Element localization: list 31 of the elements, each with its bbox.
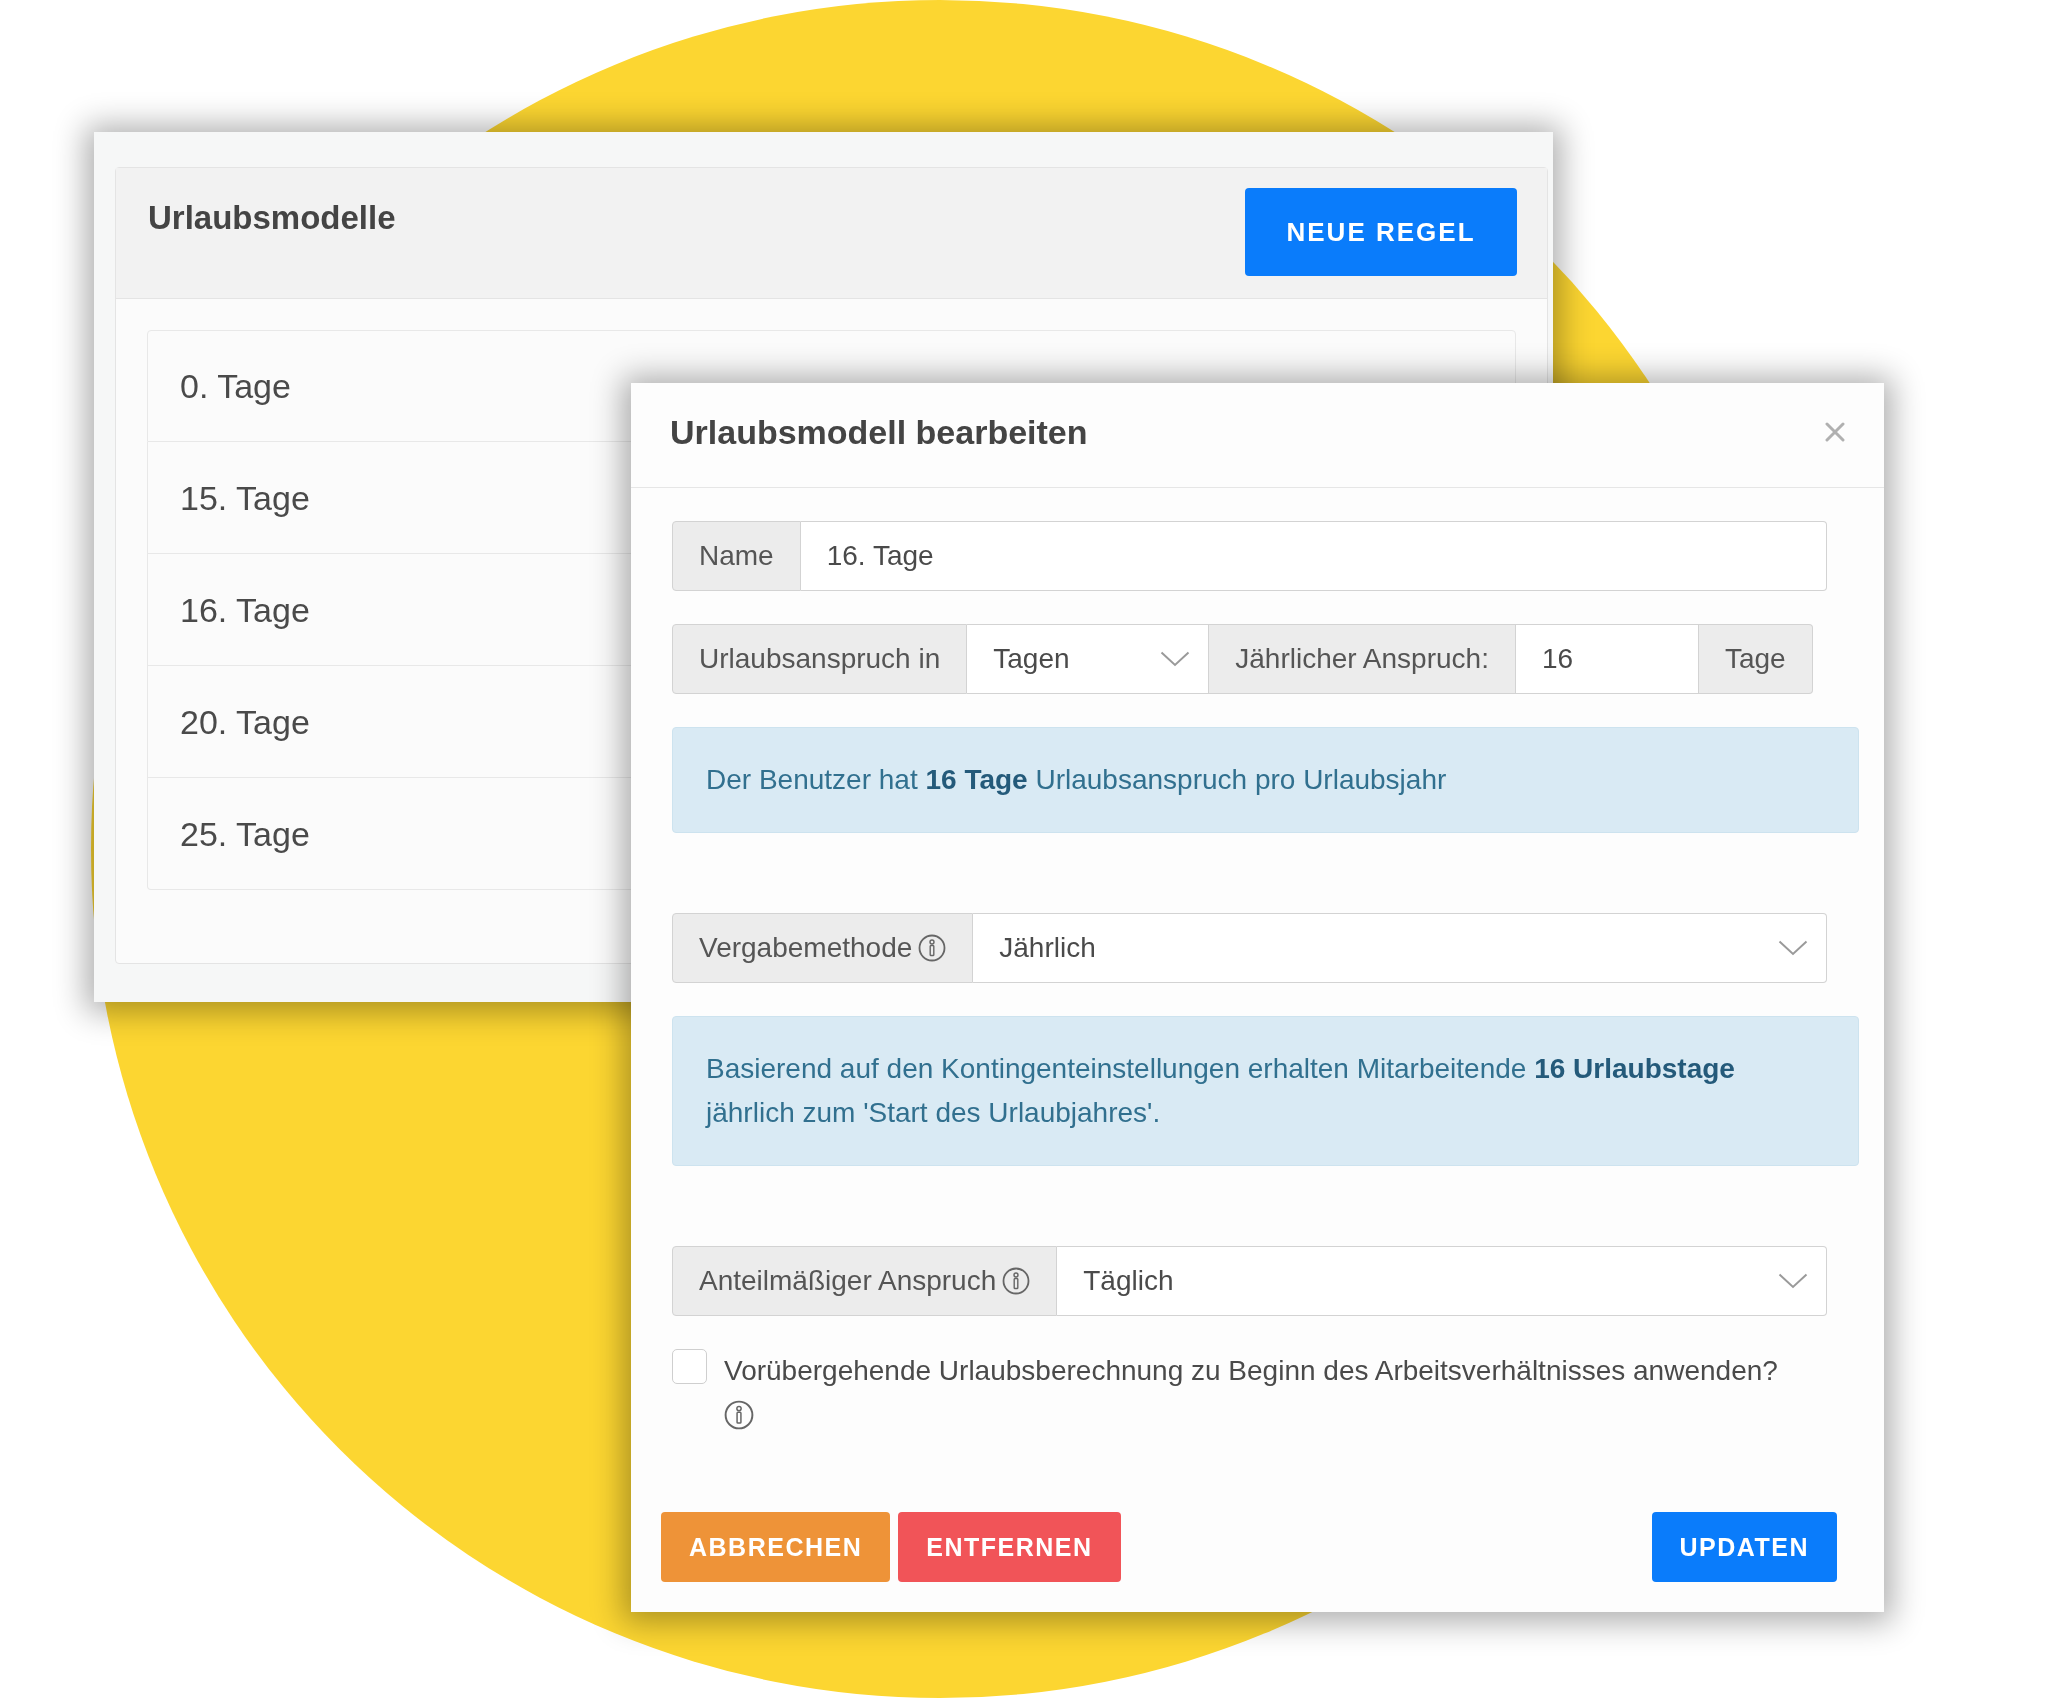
chevron-down-icon	[1778, 940, 1808, 956]
addon-label: Vergabemethode	[699, 932, 913, 964]
panel-title: Urlaubsmodelle	[148, 198, 396, 238]
list-item[interactable]: 20. Tage	[180, 700, 310, 743]
list-item[interactable]: 0. Tage	[180, 365, 291, 407]
info-icon[interactable]	[1002, 1267, 1031, 1295]
addon-label: Urlaubsanspruch in	[699, 643, 941, 675]
info-icon[interactable]	[724, 1400, 754, 1430]
addon-label: Jährlicher Anspruch:	[1235, 643, 1489, 675]
info-icon[interactable]	[918, 934, 947, 962]
close-icon	[1825, 422, 1845, 442]
addon-label: Tage	[1724, 643, 1786, 675]
info-message: Basierend auf den Kontingenteinstellungen erhalten Mitarbeitende 16 Urlaubstage jährlich zum 'Start des Urlaubjahres'.	[672, 1016, 1859, 1166]
dialog-title: Urlaubsmodell bearbeiten	[670, 412, 1088, 453]
text-field[interactable]: 16. Tage	[800, 521, 1827, 591]
action-button[interactable]: UPDATEN	[1651, 1512, 1837, 1582]
dropdown[interactable]: Täglich	[1057, 1246, 1827, 1316]
addon-label: Name	[699, 540, 774, 572]
list-item[interactable]: 15. Tage	[180, 476, 310, 519]
addon-label: Anteilmäßiger Anspruch	[699, 1265, 997, 1297]
new-rule-button[interactable]: NEUE REGEL	[1245, 188, 1517, 276]
checkbox[interactable]	[672, 1349, 707, 1384]
chevron-down-icon	[1778, 1273, 1808, 1289]
dropdown[interactable]: Jährlich	[973, 913, 1827, 983]
list-item[interactable]: 25. Tage	[180, 812, 310, 855]
dropdown[interactable]: Tagen	[967, 624, 1210, 694]
info-message: Der Benutzer hat 16 Tage Urlaubsanspruch pro Urlaubsjahr	[672, 727, 1859, 833]
checkbox-label: Vorübergehende Urlaubsberechnung zu Beginn des Arbeitsverhältnisses anwenden?	[724, 1355, 1778, 1386]
chevron-down-icon	[1160, 651, 1191, 667]
text-field[interactable]: 16	[1515, 624, 1699, 694]
list-item[interactable]: 16. Tage	[180, 588, 310, 631]
